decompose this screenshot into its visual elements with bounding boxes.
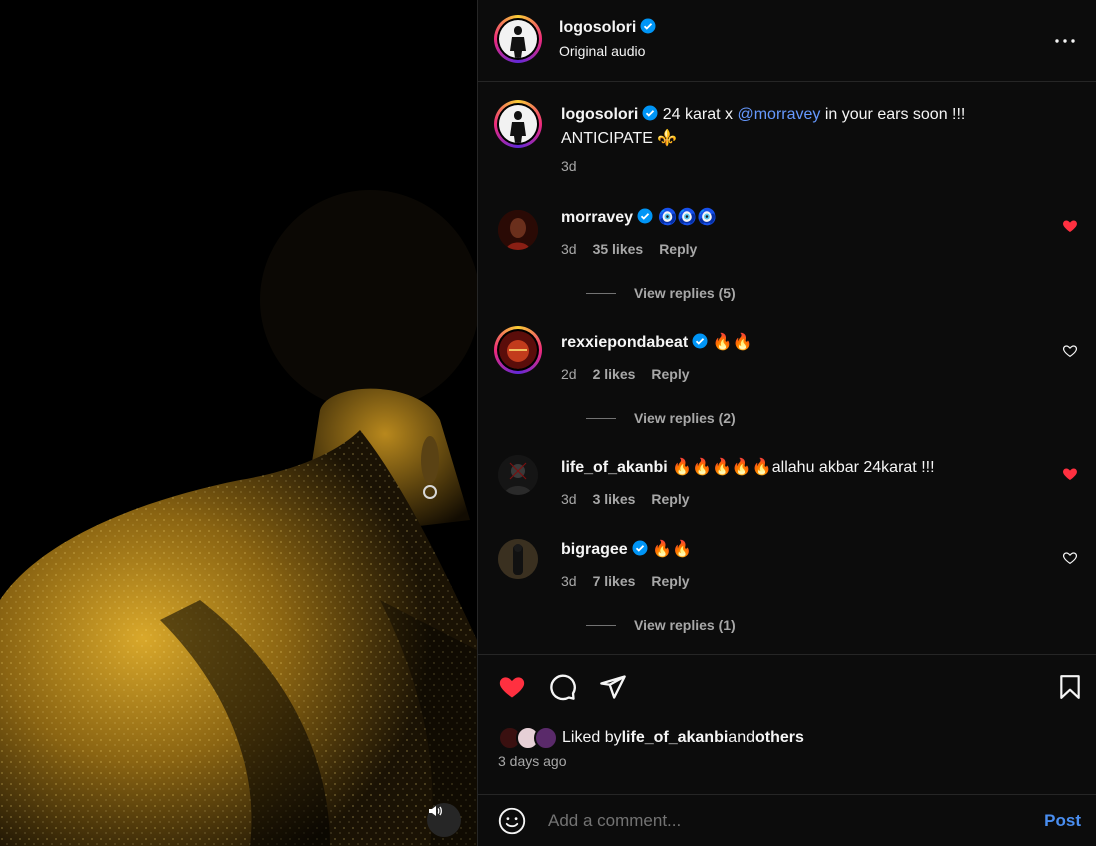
heart-filled-icon bbox=[1062, 468, 1078, 486]
commenter-avatar[interactable] bbox=[498, 539, 538, 579]
add-comment-bar: Post bbox=[478, 794, 1096, 846]
comment-likes[interactable]: 35 likes bbox=[593, 241, 644, 257]
comment-likes[interactable]: 7 likes bbox=[593, 573, 636, 589]
post-comment-button[interactable]: Post bbox=[1044, 811, 1081, 831]
comment-like-button[interactable] bbox=[1062, 466, 1078, 482]
caption-mention-link[interactable]: @morravey bbox=[737, 106, 820, 123]
verified-badge-icon bbox=[692, 333, 708, 356]
comment-meta: 3d 3 likes Reply bbox=[561, 491, 690, 507]
caption-time: 3d bbox=[561, 158, 577, 174]
emoji-button[interactable] bbox=[498, 807, 526, 835]
comment-input[interactable] bbox=[548, 807, 1018, 835]
comment-time: 3d bbox=[561, 491, 577, 507]
replies-divider bbox=[586, 292, 616, 294]
comment-item: bigragee 🔥🔥 3d 7 likes Reply View replie… bbox=[498, 539, 1078, 639]
comment-item: morravey 🧿🧿🧿 3d 35 likes Reply View repl… bbox=[498, 207, 1078, 307]
liked-by-prefix: Liked by bbox=[562, 729, 622, 746]
view-replies-button[interactable]: View replies (5) bbox=[586, 285, 736, 301]
caption-text: 24 karat x bbox=[662, 106, 738, 123]
comment-username[interactable]: life_of_akanbi bbox=[561, 459, 668, 476]
video-frame-image bbox=[0, 0, 477, 846]
heart-filled-icon bbox=[1062, 220, 1078, 238]
reply-button[interactable]: Reply bbox=[659, 241, 697, 257]
reply-button[interactable]: Reply bbox=[651, 573, 689, 589]
commenter-avatar[interactable] bbox=[494, 326, 542, 374]
save-button[interactable] bbox=[1054, 673, 1086, 705]
comment-item: rexxiepondabeat 🔥🔥 2d 2 likes Reply View… bbox=[494, 326, 1078, 432]
comment-username[interactable]: morravey bbox=[561, 209, 633, 226]
more-options-icon bbox=[1055, 30, 1075, 48]
audio-label[interactable]: Original audio bbox=[559, 43, 645, 59]
replies-divider bbox=[586, 624, 616, 626]
comment-meta: 3d 35 likes Reply bbox=[561, 241, 697, 257]
comment-text: 🧿🧿🧿 bbox=[657, 209, 718, 226]
replies-divider bbox=[586, 417, 616, 419]
view-replies-button[interactable]: View replies (1) bbox=[586, 617, 736, 633]
emoji-icon bbox=[498, 807, 526, 839]
comment-like-button[interactable] bbox=[1062, 343, 1078, 359]
comment-username[interactable]: bigragee bbox=[561, 541, 628, 558]
comment-meta: 2d 2 likes Reply bbox=[561, 366, 690, 382]
view-replies-label: View replies (5) bbox=[634, 285, 736, 301]
post-details-panel: logosolori Original audio logosolori 24 … bbox=[477, 0, 1096, 846]
liked-by-and: and bbox=[728, 729, 755, 746]
heart-outline-icon bbox=[1062, 552, 1078, 570]
comment-time: 2d bbox=[561, 366, 577, 382]
heart-outline-icon bbox=[1062, 345, 1078, 363]
caption-username[interactable]: logosolori bbox=[561, 106, 638, 123]
comment-meta: 3d 7 likes Reply bbox=[561, 573, 690, 589]
bookmark-icon bbox=[1057, 673, 1083, 706]
heart-icon bbox=[497, 673, 527, 706]
share-button[interactable] bbox=[597, 673, 629, 705]
comment-icon bbox=[549, 673, 577, 706]
verified-badge-icon bbox=[640, 18, 656, 39]
comment-text: 🔥🔥 bbox=[652, 541, 692, 558]
author-avatar[interactable] bbox=[494, 15, 542, 63]
comment-time: 3d bbox=[561, 573, 577, 589]
liked-by-user[interactable]: life_of_akanbi bbox=[622, 729, 729, 747]
post-header: logosolori Original audio bbox=[478, 0, 1096, 82]
comment-like-button[interactable] bbox=[1062, 550, 1078, 566]
view-replies-label: View replies (2) bbox=[634, 410, 736, 426]
commenter-avatar[interactable] bbox=[498, 455, 538, 495]
post-video[interactable] bbox=[0, 0, 477, 846]
comment-text: 🔥🔥🔥🔥🔥allahu akbar 24karat !!! bbox=[672, 459, 935, 476]
liked-by-avatars[interactable] bbox=[498, 725, 562, 751]
commenter-avatar[interactable] bbox=[498, 210, 538, 250]
volume-button[interactable] bbox=[427, 803, 461, 837]
comment-likes[interactable]: 2 likes bbox=[593, 366, 636, 382]
verified-badge-icon bbox=[632, 540, 648, 563]
verified-badge-icon bbox=[637, 208, 653, 231]
view-replies-button[interactable]: View replies (2) bbox=[586, 410, 736, 426]
caption-line-2: ANTICIPATE ⚜️ bbox=[561, 130, 678, 147]
comment-likes[interactable]: 3 likes bbox=[593, 491, 636, 507]
comment-item: life_of_akanbi 🔥🔥🔥🔥🔥allahu akbar 24karat… bbox=[498, 455, 1078, 517]
caption-meta: 3d bbox=[561, 158, 577, 174]
comment-time: 3d bbox=[561, 241, 577, 257]
verified-badge-icon bbox=[642, 105, 658, 128]
post-actions: Liked by life_of_akanbi and others 3 day… bbox=[478, 654, 1096, 794]
like-button[interactable] bbox=[496, 673, 528, 705]
comment-username[interactable]: rexxiepondabeat bbox=[561, 334, 688, 351]
comment-like-button[interactable] bbox=[1062, 218, 1078, 234]
view-replies-label: View replies (1) bbox=[634, 617, 736, 633]
comment-text: 🔥🔥 bbox=[712, 334, 753, 351]
more-options-button[interactable] bbox=[1053, 27, 1077, 51]
caption-text-end: in your ears soon !!! bbox=[820, 106, 966, 123]
liked-by: Liked by life_of_akanbi and others bbox=[498, 725, 804, 751]
caption-author-avatar[interactable] bbox=[494, 100, 542, 148]
reply-button[interactable]: Reply bbox=[651, 366, 689, 382]
comment-button[interactable] bbox=[547, 673, 579, 705]
reply-button[interactable]: Reply bbox=[651, 491, 689, 507]
post-caption: logosolori 24 karat x @morravey in your … bbox=[494, 100, 1078, 180]
liked-by-others[interactable]: others bbox=[755, 729, 804, 747]
author-username[interactable]: logosolori bbox=[559, 19, 636, 36]
post-dialog: logosolori Original audio logosolori 24 … bbox=[0, 0, 1096, 846]
post-time[interactable]: 3 days ago bbox=[498, 753, 567, 769]
share-icon bbox=[599, 673, 627, 706]
